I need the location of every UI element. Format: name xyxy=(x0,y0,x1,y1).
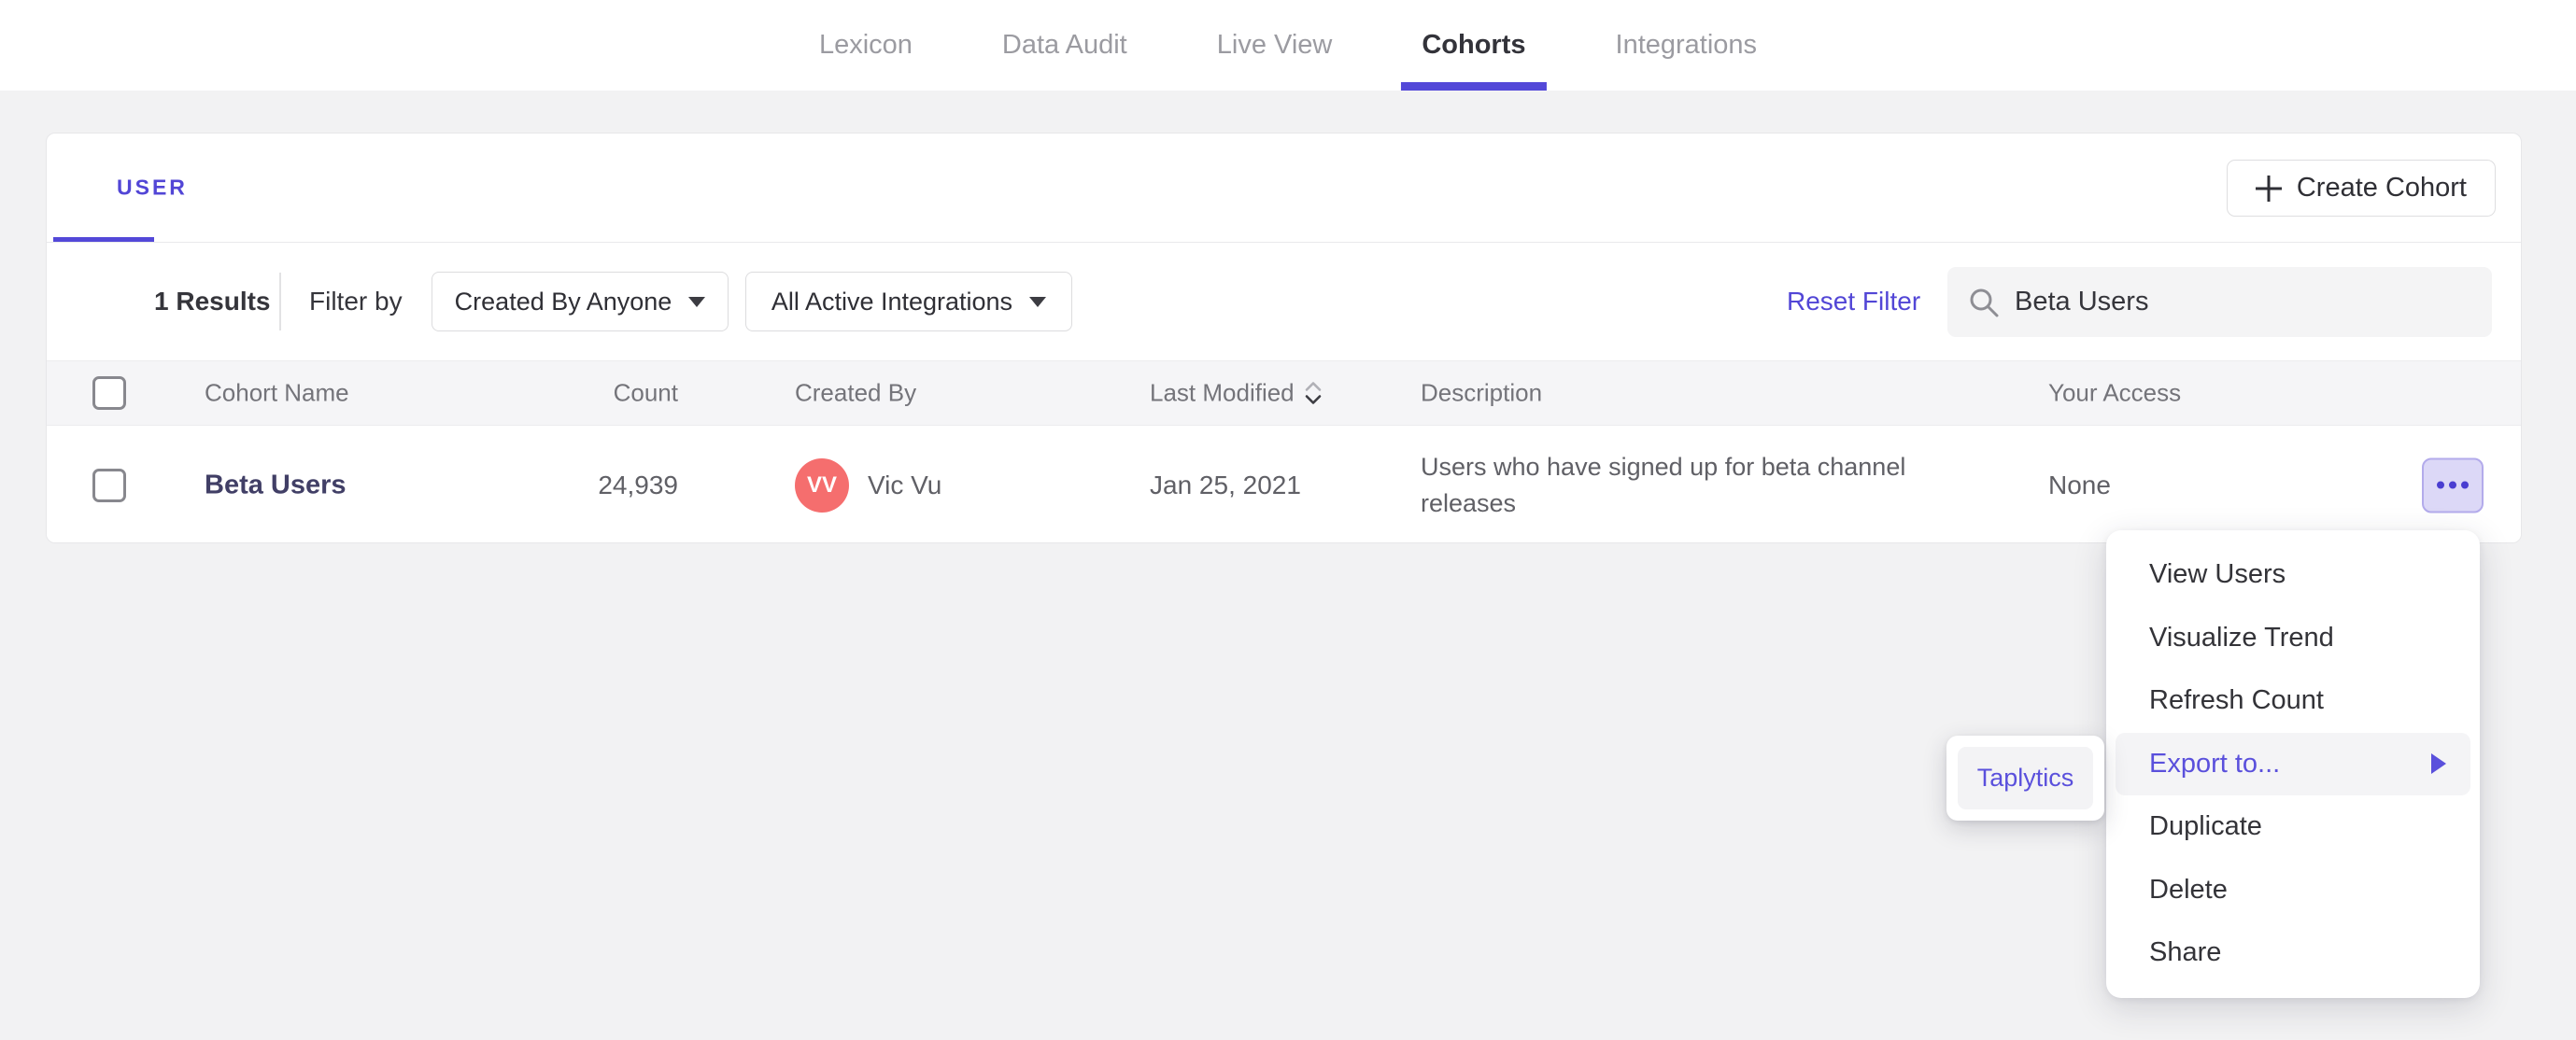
menu-item-export-to[interactable]: Export to... xyxy=(2116,732,2470,795)
creator-name: Vic Vu xyxy=(868,470,942,499)
table-header: Cohort Name Count Created By Last Modifi… xyxy=(47,360,2521,426)
menu-item-delete[interactable]: Delete xyxy=(2116,859,2470,922)
tab-integrations[interactable]: Integrations xyxy=(1612,0,1762,91)
ellipsis-icon xyxy=(2449,481,2456,489)
reset-filter-link[interactable]: Reset Filter xyxy=(1787,287,1920,316)
row-checkbox[interactable] xyxy=(92,468,126,502)
tab-user[interactable]: USER xyxy=(117,176,188,201)
last-modified-date: Jan 25, 2021 xyxy=(1150,470,1301,499)
tab-label: Lexicon xyxy=(818,30,913,60)
created-by-dropdown[interactable]: Created By Anyone xyxy=(432,272,729,331)
sort-icon xyxy=(1305,381,1321,404)
submenu-item-taplytics[interactable]: Taplytics xyxy=(1958,747,2093,809)
active-tab-underline xyxy=(1401,82,1547,91)
column-header-last-modified[interactable]: Last Modified xyxy=(1150,379,1323,408)
integrations-dropdown[interactable]: All Active Integrations xyxy=(745,272,1072,331)
tab-cohorts[interactable]: Cohorts xyxy=(1401,0,1547,91)
ellipsis-icon xyxy=(2461,481,2469,489)
menu-item-label: Export to... xyxy=(2149,748,2281,779)
panel-tab-row: USER Create Cohort xyxy=(47,134,2521,243)
row-actions-button[interactable] xyxy=(2422,457,2484,513)
ellipsis-icon xyxy=(2437,481,2444,489)
row-context-menu: View Users Visualize Trend Refresh Count… xyxy=(2106,530,2480,998)
column-header-your-access: Your Access xyxy=(2048,378,2182,407)
filter-bar: 1 Results Filter by Created By Anyone Al… xyxy=(47,243,2521,360)
chevron-down-icon xyxy=(688,296,706,307)
tab-lexicon[interactable]: Lexicon xyxy=(815,0,916,91)
tab-label: Live View xyxy=(1216,30,1333,60)
dropdown-value: All Active Integrations xyxy=(771,287,1013,316)
column-header-cohort-name: Cohort Name xyxy=(205,378,349,407)
tab-data-audit[interactable]: Data Audit xyxy=(998,0,1131,91)
cohorts-panel: USER Create Cohort 1 Results Filter by C… xyxy=(46,133,2522,543)
menu-item-share[interactable]: Share xyxy=(2116,921,2470,985)
dropdown-value: Created By Anyone xyxy=(454,287,672,316)
cohort-count: 24,939 xyxy=(598,470,678,499)
filter-by-label: Filter by xyxy=(309,287,403,316)
chevron-down-icon xyxy=(1029,296,1047,307)
created-by-cell: VV Vic Vu xyxy=(795,457,942,513)
menu-item-refresh-count[interactable]: Refresh Count xyxy=(2116,669,2470,733)
divider xyxy=(279,273,281,330)
cohort-name-link[interactable]: Beta Users xyxy=(205,470,347,499)
top-navigation: Lexicon Data Audit Live View Cohorts Int… xyxy=(815,0,1761,91)
column-header-label: Last Modified xyxy=(1150,378,1295,407)
avatar: VV xyxy=(795,457,849,513)
search-input[interactable] xyxy=(2015,287,2471,317)
user-tab-underline xyxy=(53,237,154,242)
table-row: Beta Users 24,939 VV Vic Vu Jan 25, 2021… xyxy=(47,426,2521,542)
results-count: 1 Results xyxy=(154,287,271,316)
select-all-checkbox[interactable] xyxy=(92,376,126,410)
plus-icon xyxy=(2256,176,2282,202)
export-submenu: Taplytics xyxy=(1946,736,2104,821)
column-header-description: Description xyxy=(1421,378,1543,407)
menu-item-visualize-trend[interactable]: Visualize Trend xyxy=(2116,607,2470,670)
top-bar: Lexicon Data Audit Live View Cohorts Int… xyxy=(0,0,2576,91)
column-header-created-by: Created By xyxy=(795,378,917,407)
tab-label: Cohorts xyxy=(1422,30,1526,60)
create-cohort-button[interactable]: Create Cohort xyxy=(2226,160,2496,217)
tab-label: Data Audit xyxy=(1001,30,1127,60)
create-cohort-label: Create Cohort xyxy=(2296,173,2467,203)
search-icon xyxy=(1970,288,1999,316)
tab-live-view[interactable]: Live View xyxy=(1213,0,1337,91)
cohort-description: Users who have signed up for beta channe… xyxy=(1421,452,1906,517)
menu-item-duplicate[interactable]: Duplicate xyxy=(2116,795,2470,859)
search-box[interactable] xyxy=(1947,267,2492,337)
your-access-value: None xyxy=(2048,470,2111,499)
tab-label: Integrations xyxy=(1615,30,1758,60)
column-header-count: Count xyxy=(613,378,678,407)
submenu-arrow-icon xyxy=(2431,753,2446,775)
menu-item-view-users[interactable]: View Users xyxy=(2116,543,2470,607)
